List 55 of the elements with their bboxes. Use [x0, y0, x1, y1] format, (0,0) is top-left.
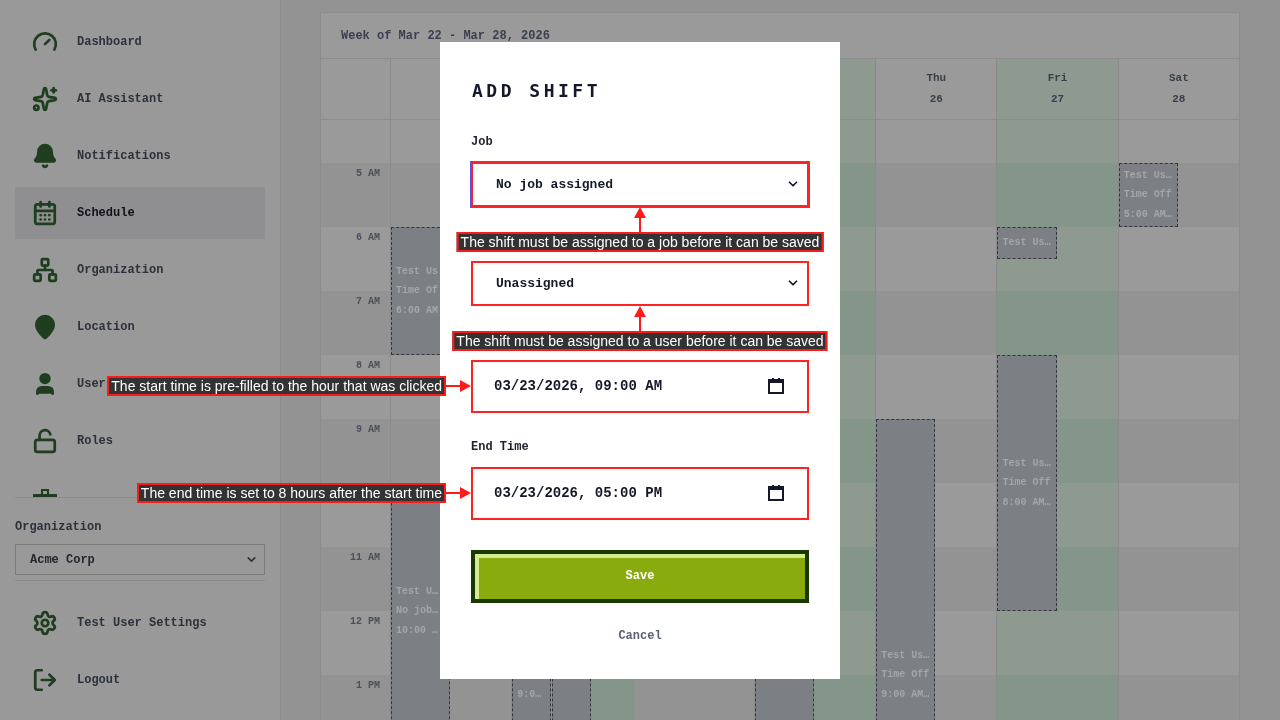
- datetime-field[interactable]: 03/23/2026, 09:00 AM: [471, 359, 809, 413]
- nav-item[interactable]: Location: [15, 301, 137, 353]
- map-pin-icon: [32, 314, 58, 340]
- day-date: 27: [1050, 92, 1065, 106]
- annotation-note: The shift must be assigned to a job before it can be saved: [456, 231, 824, 252]
- nav-item[interactable]: User: [15, 358, 108, 410]
- dialog-title: ADD SHIFT: [471, 78, 602, 103]
- nav-item[interactable]: AI Assistant: [15, 73, 166, 125]
- annotation-note: The start time is pre-filled to the hour that was clicked: [107, 376, 446, 396]
- annotation-arrow: [446, 380, 471, 392]
- select-field[interactable]: No job assigned: [471, 161, 809, 207]
- bell-icon: [32, 143, 58, 169]
- unlocked-padlock-icon: [32, 428, 58, 454]
- organization-select[interactable]: Acme Corp: [15, 544, 265, 575]
- time-label: 8 AM: [356, 360, 380, 372]
- nav-item[interactable]: Organization: [15, 244, 166, 296]
- calendar-icon[interactable]: [768, 485, 784, 501]
- select-field[interactable]: Unassigned: [471, 260, 809, 306]
- time-label: 9 AM: [356, 424, 380, 436]
- time-label: 12 PM: [350, 616, 380, 628]
- day-name: Fri: [1047, 71, 1068, 85]
- nav-item[interactable]: Roles: [15, 415, 115, 467]
- time-label: 1 PM: [356, 680, 380, 692]
- org-chart-icon: [32, 257, 58, 283]
- briefcase-icon[interactable]: [32, 489, 58, 497]
- annotation-arrow: [634, 206, 646, 232]
- annotation-note: The end time is set to 8 hours after the start time: [136, 483, 446, 503]
- field-label: Job: [471, 133, 493, 150]
- settings-icon: [32, 610, 58, 636]
- calendar-icon: [32, 200, 58, 226]
- nav-item[interactable]: Dashboard: [15, 16, 144, 68]
- nav-item[interactable]: Notifications: [15, 130, 173, 182]
- field-label: Organization: [15, 520, 102, 535]
- day-date: 26: [929, 92, 943, 106]
- week-title: Week of Mar 22 - Mar 28, 2026: [341, 28, 550, 43]
- annotation-note: The shift must be assigned to a user before it can be saved: [452, 330, 828, 351]
- day-name: Thu: [926, 71, 947, 85]
- logout-icon: [32, 667, 58, 693]
- time-label: 6 AM: [356, 232, 380, 244]
- nav-item[interactable]: Schedule: [15, 187, 265, 239]
- datetime-field[interactable]: 03/23/2026, 05:00 PM: [471, 466, 809, 520]
- time-label: 7 AM: [356, 296, 380, 308]
- nav-item[interactable]: Logout: [15, 654, 123, 706]
- sparkle-icon: [32, 86, 58, 112]
- cancel-button[interactable]: Cancel: [618, 627, 662, 644]
- nav-item[interactable]: Test User Settings: [15, 597, 209, 649]
- day-name: Sat: [1168, 71, 1189, 85]
- save-button[interactable]: Save: [471, 549, 809, 603]
- day-date: 28: [1172, 92, 1186, 106]
- field-label: End Time: [471, 438, 529, 455]
- annotation-arrow: [446, 487, 471, 499]
- time-label: 11 AM: [350, 552, 380, 564]
- time-label: 5 AM: [356, 168, 380, 180]
- calendar-icon[interactable]: [768, 378, 784, 394]
- annotation-arrow: [634, 305, 646, 331]
